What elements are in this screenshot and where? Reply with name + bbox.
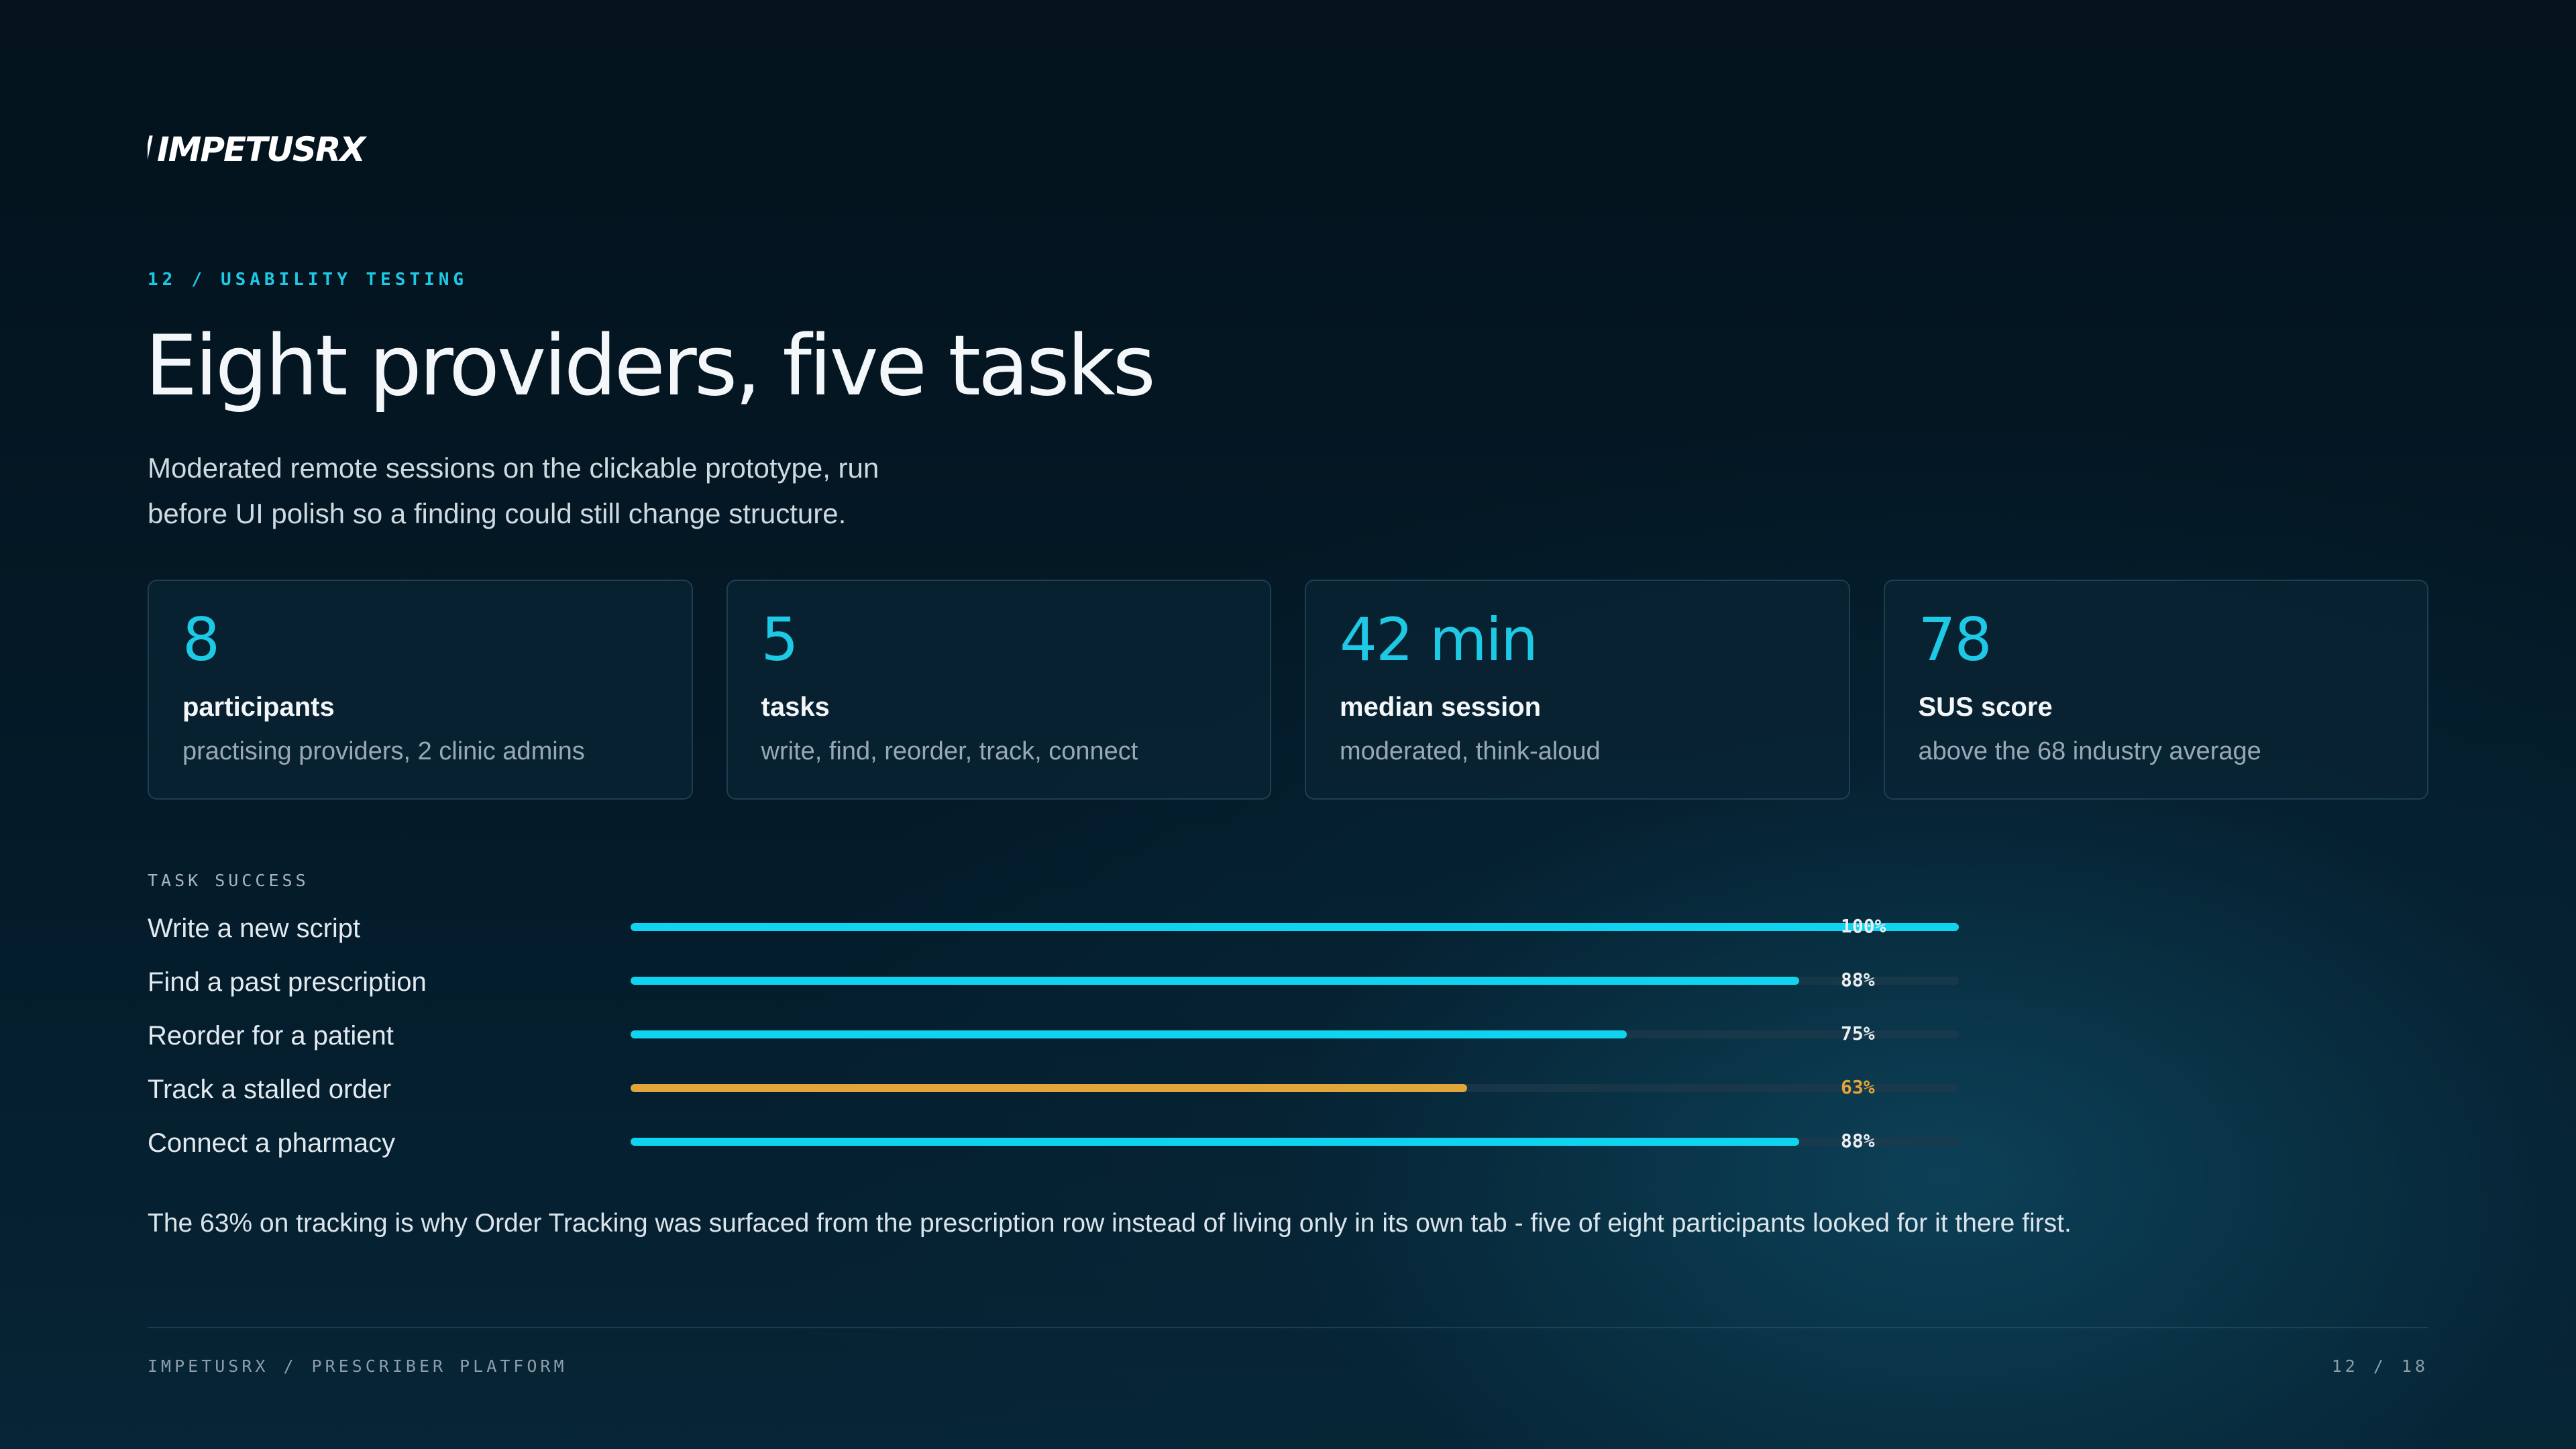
stat-label: participants <box>182 692 335 722</box>
task-row: Connect a pharmacy 88% <box>148 1118 1959 1171</box>
insight-note: The 63% on tracking is why Order Trackin… <box>148 1209 2072 1238</box>
eyebrow-separator: / <box>191 270 206 290</box>
task-success-label: TASK SUCCESS <box>148 871 309 890</box>
stat-value: 5 <box>761 605 799 674</box>
stat-description: write, find, reorder, track, connect <box>761 737 1138 765</box>
stat-description: moderated, think-aloud <box>1340 737 1601 765</box>
impetusrx-logo: IMPETUSRX <box>148 131 368 166</box>
task-percent: 88% <box>1841 969 1875 991</box>
stat-value: 42 min <box>1340 605 1538 674</box>
stat-cards: 8 participants practising providers, 2 c… <box>148 580 2428 800</box>
task-percent: 100% <box>1841 915 1886 937</box>
page-current: 12 <box>2331 1356 2359 1376</box>
section-eyebrow: 12 / USABILITY TESTING <box>148 270 468 290</box>
progress-fill <box>631 1138 1800 1146</box>
page-counter: 12 / 18 <box>2332 1356 2428 1376</box>
footer-breadcrumb: IMPETUSRX / PRESCRIBER PLATFORM <box>148 1356 568 1376</box>
progress-fill <box>631 977 1800 985</box>
stat-label: SUS score <box>1918 692 2053 722</box>
stat-description: practising providers, 2 clinic admins <box>182 737 585 765</box>
stat-label: median session <box>1340 692 1542 722</box>
task-row: Write a new script 100% <box>148 903 1959 957</box>
stat-value: 78 <box>1918 605 1992 674</box>
footer-product: PRESCRIBER PLATFORM <box>311 1356 568 1376</box>
page-subtitle: Moderated remote sessions on the clickab… <box>148 452 879 529</box>
task-name: Find a past prescription <box>148 967 427 997</box>
task-row: Track a stalled order 63% <box>148 1064 1959 1118</box>
task-success-list: Write a new script 100% Find a past pres… <box>148 903 1959 1171</box>
progress-track <box>631 1084 1959 1092</box>
task-name: Track a stalled order <box>148 1075 392 1104</box>
task-percent: 88% <box>1841 1130 1875 1152</box>
progress-fill <box>631 1084 1468 1092</box>
stat-card-median-session: 42 min median session moderated, think-a… <box>1305 580 1850 800</box>
logo-text: IMPETUSRX <box>157 131 367 166</box>
stat-card-tasks: 5 tasks write, find, reorder, track, con… <box>726 580 1271 800</box>
progress-track <box>631 923 1959 931</box>
progress-track <box>631 1138 1959 1146</box>
stat-card-sus-score: 78 SUS score above the 68 industry avera… <box>1883 580 2428 800</box>
page-separator: / <box>2373 1356 2387 1376</box>
section-name: USABILITY TESTING <box>220 270 468 290</box>
task-name: Reorder for a patient <box>148 1021 394 1051</box>
task-percent: 63% <box>1841 1076 1875 1098</box>
page-total: 18 <box>2401 1356 2428 1376</box>
progress-track <box>631 977 1959 985</box>
task-row: Find a past prescription 88% <box>148 957 1959 1010</box>
footer-separator: / <box>283 1356 297 1376</box>
progress-fill <box>631 923 1959 931</box>
section-number: 12 <box>148 270 177 290</box>
footer-brand: IMPETUSRX <box>148 1356 269 1376</box>
stat-card-participants: 8 participants practising providers, 2 c… <box>148 580 693 800</box>
stat-description: above the 68 industry average <box>1918 737 2261 765</box>
stat-label: tasks <box>761 692 830 722</box>
task-percent: 75% <box>1841 1022 1875 1044</box>
stat-value: 8 <box>182 605 220 674</box>
progress-fill <box>631 1030 1627 1038</box>
footer-divider <box>148 1327 2428 1328</box>
page-title: Eight providers, five tasks <box>145 318 1156 415</box>
task-row: Reorder for a patient 75% <box>148 1010 1959 1064</box>
task-name: Connect a pharmacy <box>148 1128 396 1158</box>
task-name: Write a new script <box>148 914 361 943</box>
progress-track <box>631 1030 1959 1038</box>
